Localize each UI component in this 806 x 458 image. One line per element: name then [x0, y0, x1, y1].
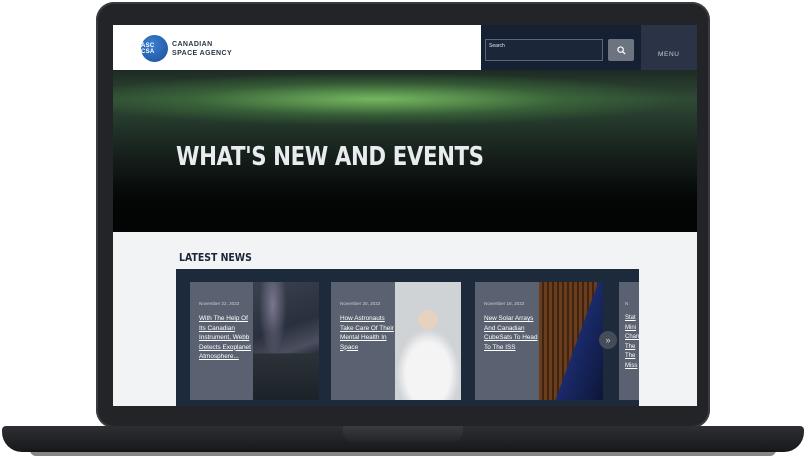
- logo-text: ASC CSA: [141, 42, 155, 55]
- search-label: Search: [489, 43, 505, 49]
- news-card[interactable]: November 22, 2022 With The Help Of Its C…: [190, 282, 319, 400]
- hero-banner: WHAT'S NEW AND EVENTS: [113, 70, 697, 232]
- agency-name-line2: SPACE AGENCY: [172, 50, 233, 57]
- menu-button[interactable]: MENU: [641, 25, 697, 70]
- news-carousel: November 22, 2022 With The Help Of Its C…: [176, 269, 639, 406]
- news-image: [395, 282, 461, 400]
- site-header: ASC CSA CANADIAN SPACE AGENCY Search MEN…: [113, 25, 697, 70]
- laptop-shadow: [30, 450, 776, 456]
- news-title-link[interactable]: Stat Mini Chan The The Miss: [625, 314, 639, 372]
- page-title: WHAT'S NEW AND EVENTS: [176, 142, 484, 172]
- search-button[interactable]: [608, 39, 634, 61]
- news-title-link[interactable]: How Astronauts Take Care Of Their Mental…: [340, 314, 394, 352]
- news-image: [253, 282, 319, 400]
- news-date: November 20, 2022: [340, 301, 381, 306]
- agency-name-line1: CANADIAN: [172, 41, 213, 48]
- news-image: [539, 282, 603, 400]
- news-title-link[interactable]: New Solar Arrays And Canadian CubeSats T…: [484, 314, 538, 352]
- laptop-notch: [343, 426, 463, 442]
- double-chevron-right-icon: »: [605, 335, 611, 345]
- news-card[interactable]: November 18, 2022 New Solar Arrays And C…: [475, 282, 603, 400]
- search-panel: Search: [481, 25, 641, 70]
- agency-logo[interactable]: ASC CSA: [141, 35, 168, 62]
- menu-label: MENU: [658, 51, 680, 58]
- news-date: November 22, 2022: [199, 301, 240, 306]
- news-title-link[interactable]: With The Help Of Its Canadian Instrument…: [199, 314, 253, 362]
- news-date: November 18, 2022: [484, 301, 525, 306]
- news-card[interactable]: November 20, 2022 How Astronauts Take Ca…: [331, 282, 461, 400]
- search-input[interactable]: Search: [485, 39, 603, 61]
- hero-treeline: [113, 174, 697, 232]
- search-icon: [616, 45, 626, 55]
- carousel-next-button[interactable]: »: [599, 331, 617, 349]
- latest-news-heading: LATEST NEWS: [179, 251, 252, 264]
- agency-name[interactable]: CANADIAN SPACE AGENCY: [172, 40, 232, 58]
- news-card-partial[interactable]: N Stat Mini Chan The The Miss: [619, 282, 639, 400]
- browser-screen: ASC CSA CANADIAN SPACE AGENCY Search MEN…: [113, 25, 697, 406]
- news-date: N: [625, 301, 629, 306]
